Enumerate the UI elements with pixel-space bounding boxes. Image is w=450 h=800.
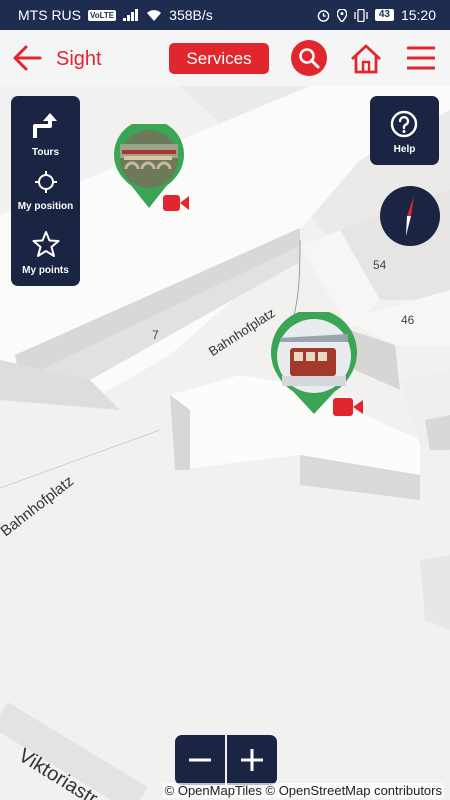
my-points-button[interactable]: My points: [11, 230, 80, 276]
home-icon[interactable]: [350, 44, 382, 74]
star-icon: [32, 231, 59, 257]
route-icon: [32, 113, 57, 138]
my-points-label: My points: [22, 265, 69, 276]
signal-icon: [123, 9, 139, 21]
sight-marker-cable-car[interactable]: [270, 309, 363, 421]
tours-label: Tours: [31, 147, 60, 158]
location-icon: [336, 8, 347, 22]
question-icon: [390, 110, 418, 138]
my-position-label: My position: [17, 201, 74, 212]
sight-marker-viaduct[interactable]: [112, 119, 192, 219]
menu-icon[interactable]: [407, 45, 435, 71]
map-attribution[interactable]: © OpenMapTiles © OpenStreetMap contribut…: [162, 783, 444, 798]
tours-button[interactable]: Tours: [11, 112, 80, 158]
house-number: 46: [401, 313, 415, 327]
plus-icon: [241, 749, 263, 771]
page-title: Sight: [56, 48, 102, 70]
wifi-icon: [147, 10, 162, 21]
compass-icon: [406, 196, 414, 236]
back-arrow-icon[interactable]: [12, 44, 42, 72]
compass-button[interactable]: [380, 186, 440, 246]
house-number: 7: [152, 328, 159, 342]
zoom-control: [175, 735, 277, 785]
house-number: 54: [373, 258, 387, 272]
help-button[interactable]: Help: [370, 96, 439, 165]
services-button[interactable]: Services: [169, 43, 269, 74]
alarm-icon: [317, 9, 330, 22]
video-camera-icon: [333, 398, 363, 416]
volte-badge: VoLTE: [88, 9, 117, 21]
map-tools-panel: Tours My position My points: [11, 96, 80, 286]
help-label: Help: [393, 144, 416, 155]
vibrate-icon: [354, 8, 368, 22]
search-icon: [299, 48, 320, 69]
zoom-out-button[interactable]: [175, 735, 225, 785]
network-speed: 358B/s: [169, 7, 213, 23]
carrier-name: MTS RUS: [18, 7, 81, 23]
minus-icon: [189, 758, 211, 762]
clock: 15:20: [400, 7, 436, 23]
app-bar: Sight Services: [0, 30, 450, 86]
video-camera-icon: [163, 195, 189, 211]
search-button[interactable]: [291, 40, 327, 76]
battery-indicator: 43: [374, 9, 394, 21]
status-bar: MTS RUS VoLTE 358B/s 43 15:20: [0, 0, 450, 30]
crosshair-icon: [34, 171, 57, 193]
my-position-button[interactable]: My position: [11, 170, 80, 212]
zoom-in-button[interactable]: [227, 735, 277, 785]
